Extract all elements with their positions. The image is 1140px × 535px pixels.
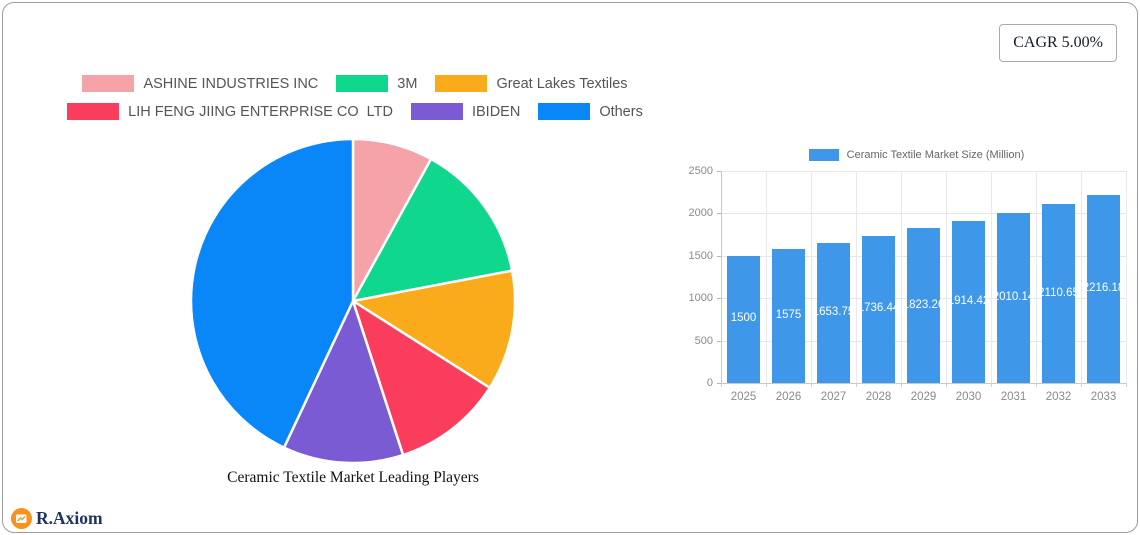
x-axis-label: 2029 bbox=[910, 391, 937, 403]
legend-label: LIH FENG JIING ENTERPRISE CO LTD bbox=[128, 103, 393, 120]
x-axis-label: 2030 bbox=[955, 391, 982, 403]
legend-swatch bbox=[336, 75, 389, 92]
bar-plot-area: 0 500 1000 1500 2000 2500 1500 2025 1575 2026 1653… bbox=[689, 165, 1127, 403]
gridline-vertical bbox=[901, 171, 902, 383]
x-axis-label: 2031 bbox=[1000, 391, 1027, 403]
bar-value-label: 1914.42 bbox=[947, 294, 990, 307]
x-axis-label: 2026 bbox=[775, 391, 802, 403]
legend-item-great-lakes-textiles[interactable]: Great Lakes Textiles bbox=[435, 75, 628, 92]
gridline-vertical bbox=[991, 171, 992, 383]
y-axis-line bbox=[721, 171, 722, 383]
brand-name: R.Axiom bbox=[36, 508, 103, 528]
x-axis-label: 2032 bbox=[1045, 391, 1072, 403]
cagr-badge: CAGR 5.00% bbox=[999, 24, 1117, 62]
pie-chart-title: Ceramic Textile Market Leading Players bbox=[227, 469, 479, 486]
gridline-horizontal bbox=[721, 171, 1126, 172]
legend-swatch bbox=[410, 103, 463, 120]
report-card: CAGR 5.00% ASHINE INDUSTRIES INC 3M Great … bbox=[2, 2, 1138, 533]
gridline-vertical bbox=[811, 171, 812, 383]
legend-item-3m[interactable]: 3M bbox=[336, 75, 417, 92]
legend-item-lih-feng-jiing-enterprise-co-ltd[interactable]: LIH FENG JIING ENTERPRISE CO LTD bbox=[67, 103, 393, 120]
gridline-vertical bbox=[946, 171, 947, 383]
gridline-vertical bbox=[1081, 171, 1082, 383]
brand-logo: R.Axiom bbox=[11, 508, 103, 529]
legend-item-others[interactable]: Others bbox=[538, 103, 643, 120]
legend-swatch bbox=[82, 75, 135, 92]
bar-value-label: 1653.75 bbox=[812, 305, 855, 318]
bar-legend[interactable]: Ceramic Textile Market Size (Million) bbox=[693, 148, 1140, 162]
x-axis-label: 2028 bbox=[865, 391, 892, 403]
y-axis-label: 2000 bbox=[688, 207, 713, 220]
legend-label: IBIDEN bbox=[471, 103, 521, 120]
y-axis-label: 1500 bbox=[688, 249, 713, 262]
bar-value-label: 1736.44 bbox=[857, 302, 900, 315]
gridline-vertical bbox=[856, 171, 857, 383]
bar-legend-label: Ceramic Textile Market Size (Million) bbox=[846, 149, 1025, 161]
x-axis-label: 2027 bbox=[820, 391, 847, 403]
pie-legend: ASHINE INDUSTRIES INC 3M Great Lakes Texti… bbox=[31, 75, 679, 120]
bar-chart: Ceramic Textile Market Size (Million) 0 5… bbox=[689, 148, 1140, 418]
legend-item-ashine-industries-inc[interactable]: ASHINE INDUSTRIES INC bbox=[82, 75, 318, 92]
y-axis-label: 1000 bbox=[688, 292, 713, 305]
x-axis-label: 2033 bbox=[1090, 391, 1117, 403]
x-axis-label: 2025 bbox=[730, 391, 757, 403]
x-axis-line bbox=[721, 383, 1126, 384]
dashboard-canvas: CAGR 5.00% ASHINE INDUSTRIES INC 3M Great … bbox=[0, 0, 1140, 535]
y-axis-label: 2500 bbox=[688, 165, 713, 177]
gridline-vertical bbox=[1036, 171, 1037, 383]
gridline-vertical bbox=[1126, 171, 1127, 383]
gridline-vertical bbox=[766, 171, 767, 383]
x-axis-tick bbox=[1126, 383, 1127, 387]
bar-legend-swatch bbox=[808, 149, 839, 161]
y-axis-label: 0 bbox=[706, 377, 713, 389]
bar-value-label: 2110.65 bbox=[1038, 286, 1079, 299]
bar-value-label: 1575 bbox=[775, 309, 802, 322]
legend-swatch bbox=[435, 75, 488, 92]
legend-label: Great Lakes Textiles bbox=[496, 75, 628, 92]
legend-label: 3M bbox=[397, 75, 418, 92]
chart-logo-icon bbox=[11, 508, 32, 529]
legend-item-ibiden[interactable]: IBIDEN bbox=[410, 103, 521, 120]
y-axis-label: 500 bbox=[694, 334, 713, 347]
legend-swatch bbox=[538, 103, 591, 120]
bar-value-label: 1500 bbox=[730, 312, 757, 325]
bar-value-label: 2010.14 bbox=[992, 290, 1035, 303]
legend-label: Others bbox=[599, 103, 643, 120]
bar-value-label: 2216.18 bbox=[1082, 282, 1125, 295]
legend-swatch bbox=[67, 103, 120, 120]
bar-value-label: 1823.26 bbox=[902, 298, 945, 311]
pie-chart bbox=[189, 137, 517, 465]
legend-label: ASHINE INDUSTRIES INC bbox=[143, 75, 319, 92]
